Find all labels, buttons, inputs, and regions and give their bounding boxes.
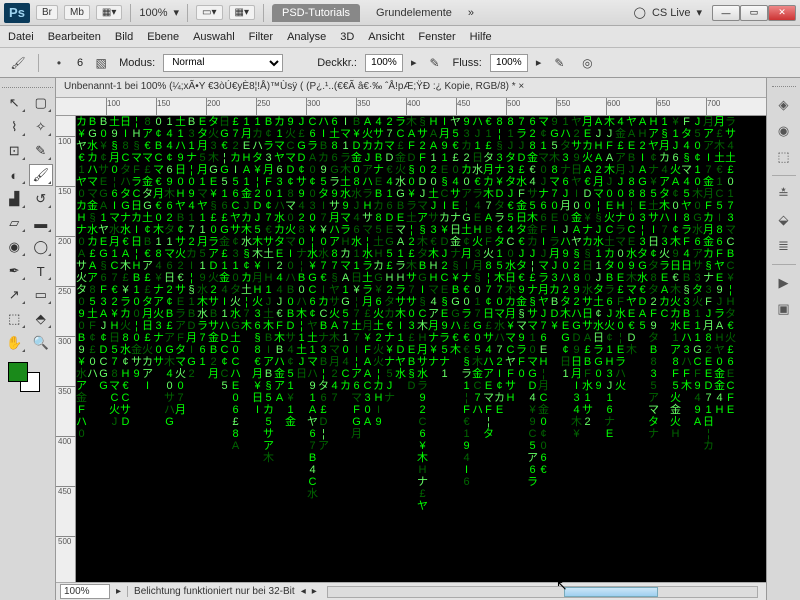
color-swatches[interactable] (2, 362, 53, 392)
crop-tool[interactable]: ⊡ (2, 140, 27, 162)
scrollbar-thumb[interactable] (564, 587, 658, 597)
horizontal-scrollbar[interactable] (327, 586, 758, 598)
status-scroll-left-icon[interactable]: ◂ (301, 586, 306, 597)
blend-mode-select[interactable]: Normal (163, 54, 283, 72)
document-tab[interactable]: Unbenannt-1 bei 100% (¼;xÃ•Y €3òÚ€yÈ8¦!Å… (56, 78, 766, 98)
brush-panel-icon[interactable]: ▧ (91, 53, 111, 73)
fg-color-swatch[interactable] (8, 362, 28, 382)
menu-layer[interactable]: Ebene (147, 31, 179, 43)
minibridge-button[interactable]: Mb (64, 5, 90, 20)
app-logo[interactable]: Ps (4, 3, 30, 23)
menu-view[interactable]: Ansicht (368, 31, 404, 43)
opacity-input[interactable] (365, 54, 403, 72)
dodge-tool[interactable]: ◯ (29, 236, 54, 258)
status-bar: 100% ▸ Belichtung funktioniert nur bei 3… (56, 582, 766, 600)
menu-file[interactable]: Datei (8, 31, 34, 43)
opacity-flyout-icon[interactable]: ▸ (411, 56, 417, 69)
close-button[interactable]: ✕ (768, 5, 796, 21)
more-tabs-icon[interactable]: » (468, 7, 474, 19)
extras-icon[interactable]: ▦▾ (229, 5, 255, 20)
document-area: Unbenannt-1 bei 100% (¼;xÃ•Y €3òÚ€yÈ8¦!Å… (56, 78, 766, 600)
brush-size: 6 (77, 57, 83, 69)
cslive-icon[interactable]: ◯ (634, 6, 646, 19)
menu-3d[interactable]: 3D (340, 31, 354, 43)
3d-tool[interactable]: ⬚ (2, 308, 27, 330)
screen-mode-icon[interactable]: ▭▾ (196, 5, 222, 20)
menu-window[interactable]: Fenster (418, 31, 455, 43)
panel-grip[interactable] (772, 82, 796, 87)
status-nav-icon[interactable]: ▸ (116, 586, 121, 597)
path-select-tool[interactable]: ↗ (2, 284, 27, 306)
move-tool[interactable]: ↖ (2, 92, 27, 114)
eraser-tool[interactable]: ▱ (2, 212, 27, 234)
bridge-button[interactable]: Br (36, 5, 58, 20)
tab-psd-tutorials[interactable]: PSD-Tutorials (272, 4, 360, 22)
flow-flyout-icon[interactable]: ▸ (536, 56, 542, 69)
options-bar: 🖌 • 6 ▧ Modus: Normal Deckkr.: ▸ ✎ Fluss… (0, 48, 800, 78)
ruler-horizontal[interactable]: 100150200250300350400450500550600650700 (56, 98, 766, 116)
content-area: ↖ ▢ ⌇ ✧ ⊡ ✎ ◐ 🖌 ▟ ↺ ▱ ▬ ◉ ◯ ✒ T ↗ ▭ ⬚ ⬘ … (0, 78, 800, 600)
styles-panel-icon[interactable]: ≣ (772, 234, 796, 258)
tab-grundelemente[interactable]: Grundelemente (366, 4, 462, 22)
tool-preset-icon[interactable]: 🖌 (8, 53, 28, 73)
ruler-vertical[interactable]: 100150200250300350400450500 (56, 116, 76, 582)
clone-stamp-tool[interactable]: ▟ (2, 188, 27, 210)
cslive-label[interactable]: CS Live (652, 7, 691, 19)
magic-wand-tool[interactable]: ✧ (29, 116, 54, 138)
channels-panel-icon[interactable]: ◉ (772, 119, 796, 143)
canvas[interactable]: カ ¥ヤ€1 ヤ0 カ H ナ0A サ火タ09 0B9 ¥ 水ア金F ハ0 BG… (76, 116, 766, 582)
status-zoom[interactable]: 100% (60, 584, 110, 599)
menu-help[interactable]: Hilfe (470, 31, 492, 43)
3d-camera-tool[interactable]: ⬘ (29, 308, 54, 330)
healing-brush-tool[interactable]: ◐ (2, 164, 27, 186)
type-tool[interactable]: T (29, 260, 54, 282)
zoom-tool[interactable]: 🔍 (29, 332, 54, 354)
brush-tool[interactable]: 🖌 (29, 164, 54, 186)
modus-label: Modus: (119, 57, 155, 69)
tablet-pressure-icon[interactable]: ◎ (577, 53, 597, 73)
hand-tool[interactable]: ✋ (2, 332, 27, 354)
zoom-readout[interactable]: 100% (139, 7, 167, 19)
airbrush-icon[interactable]: ✎ (549, 53, 569, 73)
actions-panel-icon[interactable]: ▣ (772, 297, 796, 321)
layers-panel-icon[interactable]: ◈ (772, 93, 796, 117)
title-bar: Ps Br Mb ▦▾ 100%▾ ▭▾ ▦▾ PSD-Tutorials Gr… (0, 0, 800, 26)
maximize-button[interactable]: ▭ (740, 5, 768, 21)
minimize-button[interactable]: — (712, 5, 740, 21)
adjustments-panel-icon[interactable]: ≛ (772, 182, 796, 206)
right-panel-dock: ◈ ◉ ⬚ ≛ ⬙ ≣ ▶ ▣ (766, 78, 800, 600)
shape-tool[interactable]: ▭ (29, 284, 54, 306)
menu-image[interactable]: Bild (115, 31, 133, 43)
lasso-tool[interactable]: ⌇ (2, 116, 27, 138)
pressure-opacity-icon[interactable]: ✎ (424, 53, 444, 73)
arrange-icon[interactable]: ▦▾ (96, 5, 122, 20)
status-scroll-right-icon[interactable]: ▸ (312, 586, 317, 597)
pen-tool[interactable]: ✒ (2, 260, 27, 282)
flow-input[interactable] (490, 54, 528, 72)
marquee-tool[interactable]: ▢ (29, 92, 54, 114)
status-message: Belichtung funktioniert nur bei 32-Bit (127, 586, 295, 597)
menu-select[interactable]: Auswahl (193, 31, 235, 43)
gradient-tool[interactable]: ▬ (29, 212, 54, 234)
history-panel-icon[interactable]: ▶ (772, 271, 796, 295)
toolbox-grip[interactable] (2, 82, 53, 88)
menu-bar: Datei Bearbeiten Bild Ebene Auswahl Filt… (0, 26, 800, 48)
menu-analyse[interactable]: Analyse (287, 31, 326, 43)
menu-filter[interactable]: Filter (249, 31, 273, 43)
blur-tool[interactable]: ◉ (2, 236, 27, 258)
brush-preset-icon[interactable]: • (49, 53, 69, 73)
toolbox: ↖ ▢ ⌇ ✧ ⊡ ✎ ◐ 🖌 ▟ ↺ ▱ ▬ ◉ ◯ ✒ T ↗ ▭ ⬚ ⬘ … (0, 78, 56, 600)
masks-panel-icon[interactable]: ⬙ (772, 208, 796, 232)
flow-label: Fluss: (452, 57, 481, 69)
eyedropper-tool[interactable]: ✎ (29, 140, 54, 162)
paths-panel-icon[interactable]: ⬚ (772, 145, 796, 169)
opacity-label: Deckkr.: (317, 57, 357, 69)
menu-edit[interactable]: Bearbeiten (48, 31, 101, 43)
history-brush-tool[interactable]: ↺ (29, 188, 54, 210)
